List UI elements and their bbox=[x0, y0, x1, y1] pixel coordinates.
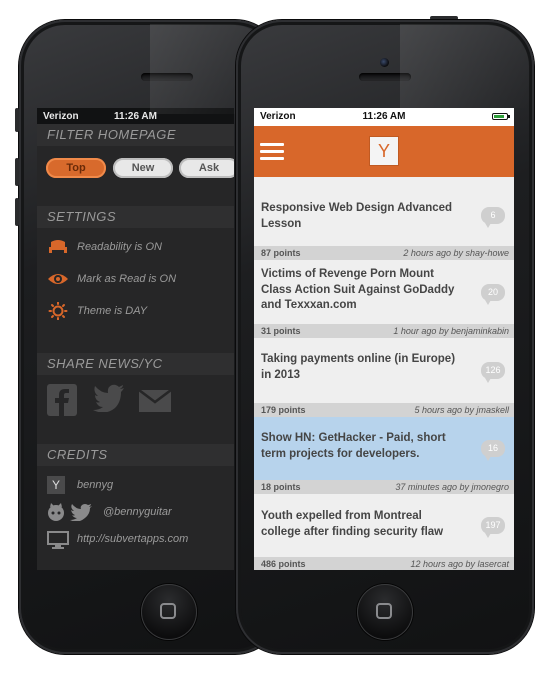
story-item[interactable]: Responsive Web Design Advanced Lesson 6 … bbox=[254, 177, 514, 260]
home-button[interactable] bbox=[357, 584, 413, 640]
story-points: 31 points bbox=[261, 326, 301, 336]
clock-label: 11:26 AM bbox=[114, 111, 157, 122]
y-logo-icon[interactable]: Y bbox=[370, 137, 398, 165]
story-byline: 37 minutes ago by jmonegro bbox=[395, 482, 509, 492]
comment-count-badge[interactable]: 16 bbox=[481, 440, 505, 461]
volume-down-button bbox=[15, 198, 19, 226]
comment-count-badge[interactable]: 6 bbox=[481, 207, 505, 228]
twitter-icon[interactable] bbox=[93, 384, 125, 412]
setting-mark-as-read-label: Mark as Read is ON bbox=[77, 273, 177, 285]
story-title: Show HN: GetHacker - Paid, short term pr… bbox=[261, 432, 446, 460]
story-meta: 31 points 1 hour ago by benjaminkabin bbox=[254, 324, 514, 338]
comment-count-badge[interactable]: 126 bbox=[481, 362, 505, 383]
story-points: 179 points bbox=[261, 405, 306, 415]
story-points: 18 points bbox=[261, 482, 301, 492]
story-item[interactable]: Taking payments online (in Europe) in 20… bbox=[254, 338, 514, 417]
story-meta: 18 points 37 minutes ago by jmonegro bbox=[254, 480, 514, 494]
speaker-grille bbox=[141, 73, 193, 81]
filter-top-button[interactable]: Top bbox=[46, 158, 106, 178]
story-byline: 5 hours ago by jmaskell bbox=[414, 405, 509, 415]
story-title: Taking payments online (in Europe) in 20… bbox=[261, 353, 456, 381]
battery-icon bbox=[492, 113, 510, 120]
story-points: 486 points bbox=[261, 559, 306, 569]
home-square-icon bbox=[376, 603, 392, 619]
status-bar: Verizon 11:26 AM bbox=[254, 108, 514, 126]
news-screen: Verizon 11:26 AM Y Responsive Web Design… bbox=[254, 108, 514, 570]
speaker-grille bbox=[359, 73, 411, 81]
comment-count-badge[interactable]: 197 bbox=[481, 517, 505, 538]
navbar: Y bbox=[254, 126, 514, 196]
y-logo-icon: Y bbox=[47, 476, 65, 494]
sun-icon bbox=[48, 302, 68, 320]
mute-switch bbox=[15, 108, 19, 132]
credits-section-title: CREDITS bbox=[37, 444, 234, 466]
story-title: Victims of Revenge Porn Mount Class Acti… bbox=[261, 268, 455, 311]
story-item-highlighted[interactable]: Show HN: GetHacker - Paid, short term pr… bbox=[254, 417, 514, 494]
filter-section-title: FILTER HOMEPAGE bbox=[37, 124, 234, 146]
story-meta: 179 points 5 hours ago by jmaskell bbox=[254, 403, 514, 417]
filter-new-button[interactable]: New bbox=[113, 158, 173, 178]
menu-screen: Verizon 11:26 AM FILTER HOMEPAGE Top New… bbox=[37, 108, 234, 570]
share-section-title: SHARE NEWS/YC bbox=[37, 353, 234, 375]
monitor-icon bbox=[47, 531, 69, 549]
setting-theme-label: Theme is DAY bbox=[77, 305, 148, 317]
credit-bennyguitar-label: @bennyguitar bbox=[103, 506, 172, 518]
story-meta: 486 points 12 hours ago by lasercat bbox=[254, 557, 514, 570]
front-camera bbox=[380, 58, 389, 67]
settings-section-title: SETTINGS bbox=[37, 206, 234, 228]
story-meta: 87 points 2 hours ago by shay-howe bbox=[254, 246, 514, 260]
story-item[interactable]: Victims of Revenge Porn Mount Class Acti… bbox=[254, 260, 514, 338]
setting-readability-label: Readability is ON bbox=[77, 241, 162, 253]
story-item[interactable]: Youth expelled from Montreal college aft… bbox=[254, 494, 514, 570]
story-byline: 1 hour ago by benjaminkabin bbox=[393, 326, 509, 336]
facebook-icon[interactable] bbox=[47, 384, 77, 416]
credit-bennyg-label: bennyg bbox=[77, 479, 114, 491]
story-title: Youth expelled from Montreal college aft… bbox=[261, 510, 444, 538]
story-points: 87 points bbox=[261, 248, 301, 258]
volume-up-button bbox=[15, 158, 19, 186]
eye-icon bbox=[48, 274, 68, 284]
chair-icon bbox=[49, 240, 67, 253]
story-title: Responsive Web Design Advanced Lesson bbox=[261, 202, 453, 230]
filter-ask-button[interactable]: Ask bbox=[179, 158, 234, 178]
comment-count-badge[interactable]: 20 bbox=[481, 284, 505, 305]
hamburger-menu-icon[interactable] bbox=[260, 143, 284, 160]
story-byline: 2 hours ago by shay-howe bbox=[403, 248, 509, 258]
mail-icon[interactable] bbox=[139, 390, 171, 412]
home-button[interactable] bbox=[141, 584, 197, 640]
clock-label: 11:26 AM bbox=[362, 111, 406, 122]
github-twitter-icon bbox=[48, 503, 92, 521]
credit-website-label: http://subvertapps.com bbox=[77, 533, 189, 545]
story-byline: 12 hours ago by lasercat bbox=[410, 559, 509, 569]
home-square-icon bbox=[160, 603, 176, 619]
